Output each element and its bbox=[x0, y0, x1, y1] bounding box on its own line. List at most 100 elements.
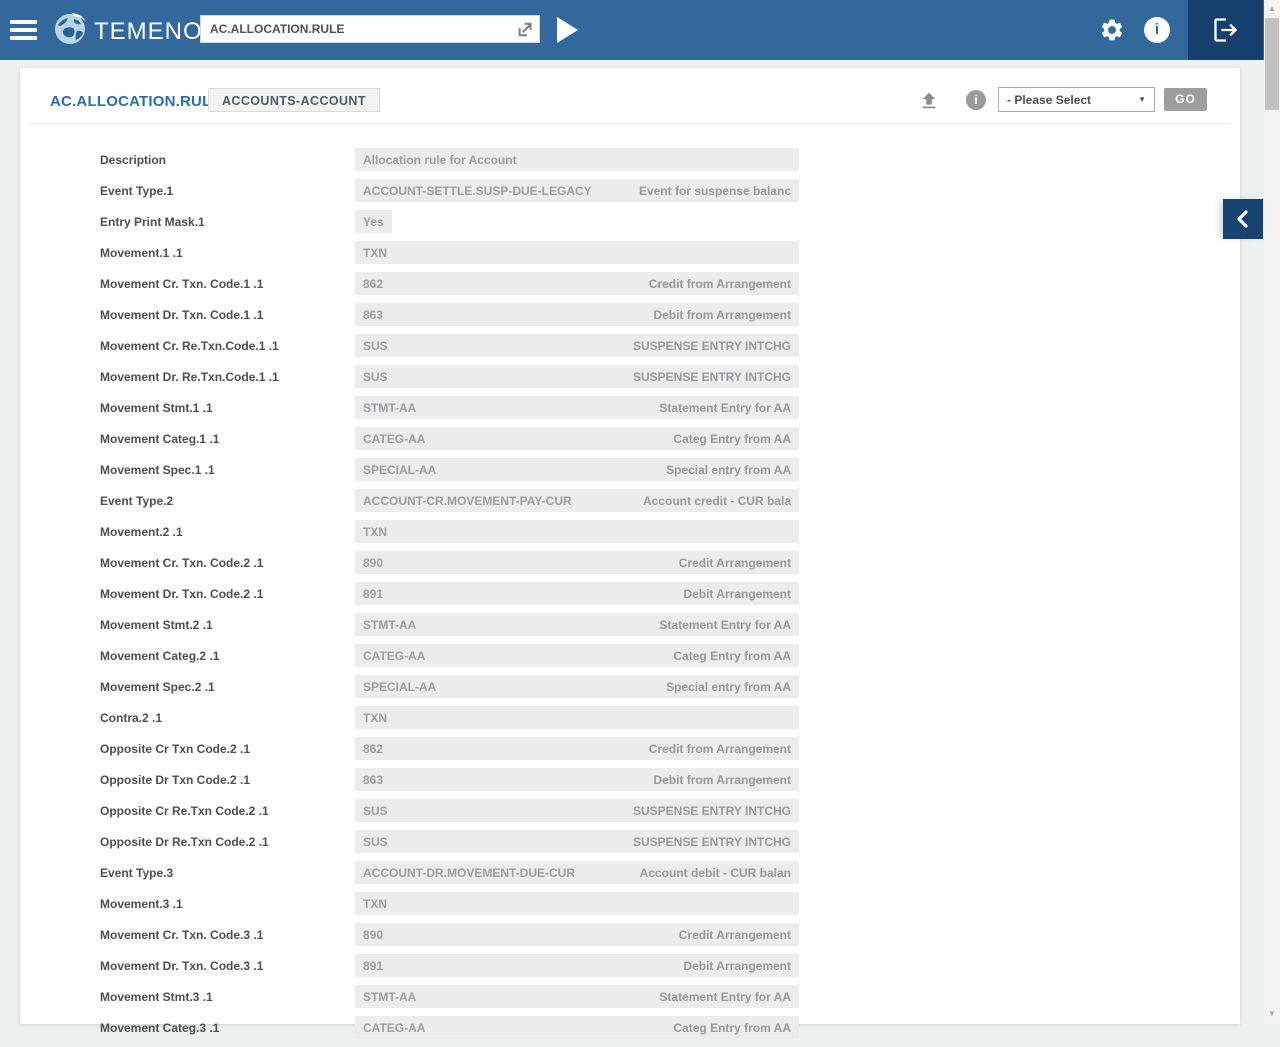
run-command-icon[interactable] bbox=[557, 17, 578, 43]
field-label: Contra.2 .1 bbox=[100, 711, 162, 725]
field-value: TXN bbox=[363, 711, 387, 725]
field-label: Movement.3 .1 bbox=[100, 897, 183, 911]
field-value-box: TXN bbox=[355, 241, 799, 264]
form-row: Opposite Dr Txn Code.2 .1 863 Debit from… bbox=[20, 768, 1240, 799]
collapse-panel-button[interactable] bbox=[1223, 199, 1263, 239]
field-enrichment: Statement Entry for AA bbox=[659, 401, 791, 415]
field-value-box: 863 Debit from Arrangement bbox=[355, 768, 799, 791]
form-row: Movement Categ.3 .1 CATEG-AA Categ Entry… bbox=[20, 1016, 1240, 1047]
command-input[interactable] bbox=[201, 16, 518, 42]
launch-icon[interactable] bbox=[516, 20, 534, 38]
field-label: Opposite Cr Re.Txn Code.2 .1 bbox=[100, 804, 269, 818]
field-enrichment: Credit Arrangement bbox=[679, 928, 791, 942]
info-icon[interactable]: i bbox=[1144, 17, 1170, 43]
form-row: Opposite Cr Txn Code.2 .1 862 Credit fro… bbox=[20, 737, 1240, 768]
field-label: Opposite Cr Txn Code.2 .1 bbox=[100, 742, 250, 756]
field-label: Movement.2 .1 bbox=[100, 525, 183, 539]
form-row: Opposite Dr Re.Txn Code.2 .1 SUS SUSPENS… bbox=[20, 830, 1240, 861]
form-row: Movement Stmt.1 .1 STMT-AA Statement Ent… bbox=[20, 396, 1240, 427]
field-value-box: CATEG-AA Categ Entry from AA bbox=[355, 644, 799, 667]
field-label: Movement Spec.1 .1 bbox=[100, 463, 215, 477]
field-enrichment: SUSPENSE ENTRY INTCHG bbox=[633, 804, 791, 818]
field-value-box: STMT-AA Statement Entry for AA bbox=[355, 985, 799, 1008]
form-row: Movement Categ.2 .1 CATEG-AA Categ Entry… bbox=[20, 644, 1240, 675]
form-row: Movement Cr. Txn. Code.2 .1 890 Credit A… bbox=[20, 551, 1240, 582]
menu-icon[interactable] bbox=[10, 20, 37, 40]
form-row: Description Allocation rule for Account bbox=[20, 148, 1240, 179]
form-row: Movement Spec.2 .1 SPECIAL-AA Special en… bbox=[20, 675, 1240, 706]
header-info-icon[interactable]: i bbox=[966, 90, 986, 110]
chevron-left-icon bbox=[1235, 210, 1251, 228]
field-label: Movement Spec.2 .1 bbox=[100, 680, 215, 694]
field-value-box: SUS SUSPENSE ENTRY INTCHG bbox=[355, 365, 799, 388]
form-row: Movement Cr. Txn. Code.1 .1 862 Credit f… bbox=[20, 272, 1240, 303]
field-label: Movement Dr. Txn. Code.1 .1 bbox=[100, 308, 263, 322]
field-label: Event Type.2 bbox=[100, 494, 173, 508]
field-value: ACCOUNT-SETTLE.SUSP-DUE-LEGACY bbox=[363, 184, 592, 198]
field-enrichment: Statement Entry for AA bbox=[659, 990, 791, 1004]
field-value-box: SUS SUSPENSE ENTRY INTCHG bbox=[355, 799, 799, 822]
field-value: 863 bbox=[363, 308, 383, 322]
field-value-box: Allocation rule for Account bbox=[355, 148, 799, 171]
go-button[interactable]: GO bbox=[1164, 88, 1207, 111]
field-label: Opposite Dr Re.Txn Code.2 .1 bbox=[100, 835, 269, 849]
gear-icon[interactable] bbox=[1099, 17, 1125, 43]
field-value: ACCOUNT-DR.MOVEMENT-DUE-CUR bbox=[363, 866, 575, 880]
globe-icon bbox=[52, 11, 88, 52]
form-row: Entry Print Mask.1 Yes bbox=[20, 210, 1240, 241]
form-row: Movement Stmt.2 .1 STMT-AA Statement Ent… bbox=[20, 613, 1240, 644]
field-value: 891 bbox=[363, 959, 383, 973]
field-enrichment: Account credit - CUR bala bbox=[643, 494, 791, 508]
field-enrichment: Categ Entry from AA bbox=[673, 432, 791, 446]
field-value: SPECIAL-AA bbox=[363, 463, 436, 477]
form-row: Movement Dr. Txn. Code.2 .1 891 Debit Ar… bbox=[20, 582, 1240, 613]
field-value: Yes bbox=[363, 215, 384, 229]
form-row: Movement.2 .1 TXN bbox=[20, 520, 1240, 551]
field-value: TXN bbox=[363, 246, 387, 260]
form-row: Movement.3 .1 TXN bbox=[20, 892, 1240, 923]
field-value: SUS bbox=[363, 339, 388, 353]
top-bar: TEMENOS i bbox=[0, 0, 1280, 60]
field-value: STMT-AA bbox=[363, 401, 416, 415]
form-row: Movement Dr. Txn. Code.3 .1 891 Debit Ar… bbox=[20, 954, 1240, 985]
field-label: Event Type.3 bbox=[100, 866, 173, 880]
field-enrichment: Debit Arrangement bbox=[683, 587, 791, 601]
upload-icon[interactable] bbox=[918, 90, 940, 112]
scroll-down-icon[interactable]: ▼ bbox=[1264, 1006, 1280, 1022]
field-label: Movement Categ.3 .1 bbox=[100, 1021, 219, 1035]
field-enrichment: Event for suspense balanc bbox=[639, 184, 791, 198]
field-value: STMT-AA bbox=[363, 618, 416, 632]
field-value: TXN bbox=[363, 525, 387, 539]
page-scrollbar[interactable]: ▲ ▼ bbox=[1264, 0, 1280, 1024]
field-value-box: CATEG-AA Categ Entry from AA bbox=[355, 427, 799, 450]
field-value: 891 bbox=[363, 587, 383, 601]
form-row: Contra.2 .1 TXN bbox=[20, 706, 1240, 737]
sign-out-button[interactable] bbox=[1188, 0, 1263, 60]
form-row: Movement Dr. Txn. Code.1 .1 863 Debit fr… bbox=[20, 303, 1240, 334]
temenos-logo: TEMENOS bbox=[52, 11, 220, 52]
scroll-up-icon[interactable]: ▲ bbox=[1264, 1, 1280, 17]
field-enrichment: SUSPENSE ENTRY INTCHG bbox=[633, 835, 791, 849]
field-label: Movement Dr. Re.Txn.Code.1 .1 bbox=[100, 370, 279, 384]
version-select[interactable]: - Please Select ▼ bbox=[998, 87, 1155, 112]
page-title: AC.ALLOCATION.RULE bbox=[50, 93, 222, 110]
field-label: Entry Print Mask.1 bbox=[100, 215, 205, 229]
field-value: 862 bbox=[363, 277, 383, 291]
form-row: Movement Dr. Re.Txn.Code.1 .1 SUS SUSPEN… bbox=[20, 365, 1240, 396]
field-enrichment: Categ Entry from AA bbox=[673, 649, 791, 663]
field-value: 890 bbox=[363, 556, 383, 570]
field-enrichment: Credit from Arrangement bbox=[649, 742, 791, 756]
field-enrichment: Special entry from AA bbox=[666, 463, 791, 477]
field-value: STMT-AA bbox=[363, 990, 416, 1004]
field-value: TXN bbox=[363, 897, 387, 911]
field-label: Movement Cr. Txn. Code.1 .1 bbox=[100, 277, 263, 291]
field-label: Movement Stmt.2 .1 bbox=[100, 618, 213, 632]
field-value-box: ACCOUNT-SETTLE.SUSP-DUE-LEGACY Event for… bbox=[355, 179, 799, 202]
form-row: Event Type.1 ACCOUNT-SETTLE.SUSP-DUE-LEG… bbox=[20, 179, 1240, 210]
field-value-box: 890 Credit Arrangement bbox=[355, 923, 799, 946]
form-row: Movement.1 .1 TXN bbox=[20, 241, 1240, 272]
field-value-box: SPECIAL-AA Special entry from AA bbox=[355, 458, 799, 481]
scrollbar-thumb[interactable] bbox=[1265, 18, 1279, 110]
tab-accounts-account[interactable]: ACCOUNTS-ACCOUNT bbox=[208, 88, 380, 112]
form-row: Movement Stmt.3 .1 STMT-AA Statement Ent… bbox=[20, 985, 1240, 1016]
